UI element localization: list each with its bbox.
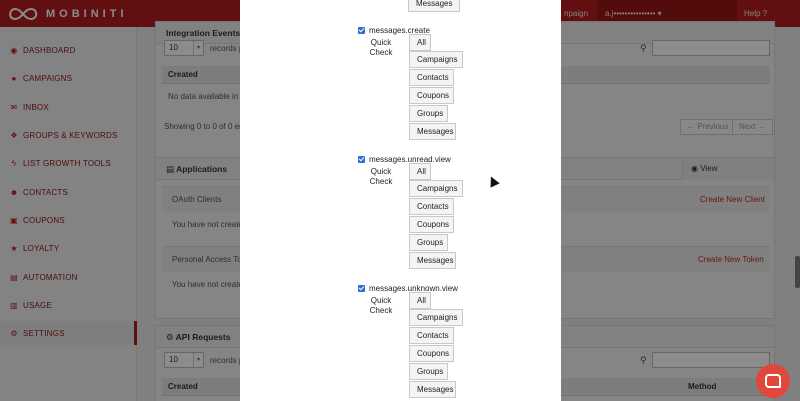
scope-checkbox[interactable]	[358, 155, 365, 163]
chat-launcher-button[interactable]	[756, 364, 790, 398]
scopes-modal: Messages messages.create Quick Check All Ca…	[240, 0, 561, 401]
quick-check-campaigns-button[interactable]: Campaigns	[409, 309, 463, 326]
quick-check-messages-button[interactable]: Messages	[409, 252, 456, 269]
quick-check-contacts-button[interactable]: Contacts	[409, 69, 454, 86]
scope-checkbox[interactable]	[358, 26, 365, 34]
quick-check-label: Quick Check	[369, 38, 393, 57]
quick-check-all-button[interactable]: All	[409, 292, 431, 309]
quick-check-label: Quick Check	[369, 296, 393, 315]
quick-check-coupons-button[interactable]: Coupons	[409, 216, 454, 233]
quick-check-contacts-button[interactable]: Contacts	[409, 327, 454, 344]
quick-check-coupons-button[interactable]: Coupons	[409, 345, 454, 362]
chat-icon	[765, 374, 781, 388]
quick-check-label: Quick Check	[369, 167, 393, 186]
quick-check-all-button[interactable]: All	[409, 163, 431, 180]
quick-check-contacts-button[interactable]: Contacts	[409, 198, 454, 215]
scope-checkbox[interactable]	[358, 284, 365, 292]
quick-check-groups-button[interactable]: Groups	[409, 363, 448, 380]
quick-check-coupons-button[interactable]: Coupons	[409, 87, 454, 104]
scope-messages-unread-view[interactable]: messages.unread.view	[358, 153, 451, 165]
quick-check-messages-button[interactable]: Messages	[409, 381, 456, 398]
top-messages-button[interactable]: Messages	[408, 0, 461, 12]
scope-messages-unknown-view[interactable]: messages.unknown.view	[358, 282, 458, 294]
quick-check-all-button[interactable]: All	[409, 34, 431, 51]
quick-check-campaigns-button[interactable]: Campaigns	[409, 180, 463, 197]
page-scrollbar[interactable]	[795, 256, 800, 288]
quick-check-groups-button[interactable]: Groups	[409, 105, 448, 122]
quick-check-campaigns-button[interactable]: Campaigns	[409, 51, 463, 68]
quick-check-messages-button[interactable]: Messages	[409, 123, 456, 140]
quick-check-groups-button[interactable]: Groups	[409, 234, 448, 251]
